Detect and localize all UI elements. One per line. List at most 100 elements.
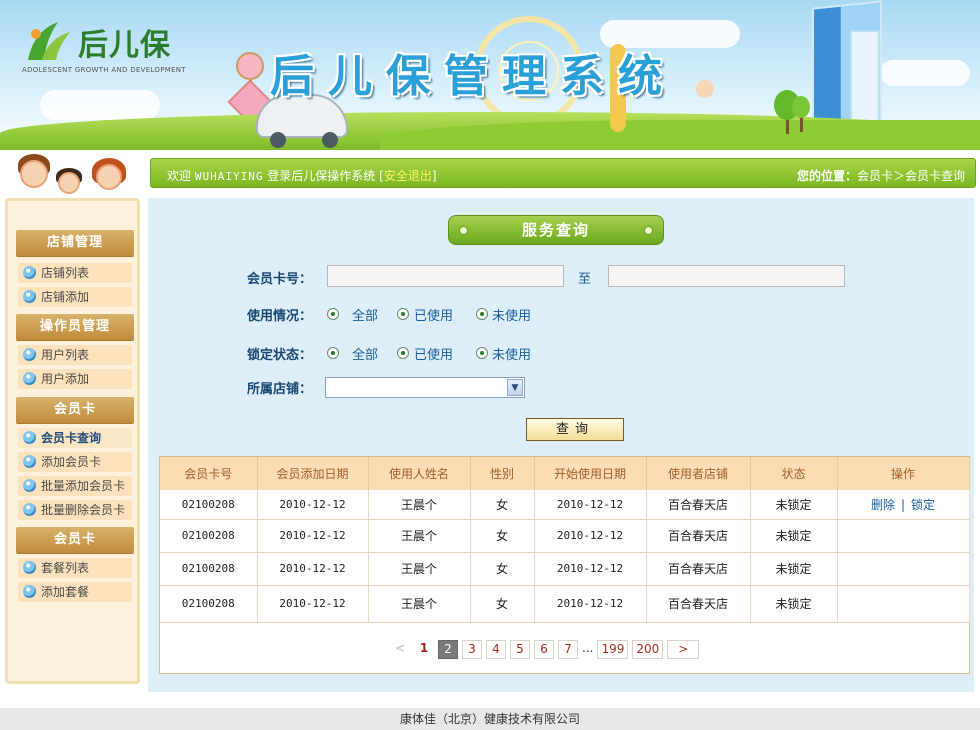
cell-status: 未锁定 <box>750 490 838 520</box>
mother-illustration <box>96 164 122 190</box>
building-illustration <box>850 30 880 125</box>
card-number-to-input[interactable] <box>608 265 845 287</box>
cell-start-date: 2010-12-12 <box>534 519 647 553</box>
username: WUHAIYING <box>194 170 264 183</box>
logo-name: 后儿保 <box>78 28 171 63</box>
usage-all-label: 全部 <box>352 309 379 324</box>
page-button[interactable]: 4 <box>486 639 506 659</box>
dot-decoration <box>644 226 653 235</box>
lock-unused-label: 未使用 <box>492 348 532 363</box>
table-row: 02100208 2010-12-12 王晨个 女 2010-12-12 百合春… <box>160 552 970 586</box>
breadcrumb-item-card-query[interactable]: 会员卡查询 <box>905 169 965 183</box>
column-header: 会员添加日期 <box>257 457 369 490</box>
usage-used-radio[interactable] <box>397 308 409 320</box>
sidebar-item-package-add[interactable]: 添加套餐 <box>18 582 132 602</box>
sidebar-item-label: 批量删除会员卡 <box>41 503 126 517</box>
cell-added-date: 2010-12-12 <box>257 490 369 520</box>
page-current: 1 <box>419 640 429 655</box>
cell-status: 未锁定 <box>750 585 838 623</box>
cell-store: 百合春天店 <box>646 490 751 520</box>
sidebar-item-user-list[interactable]: 用户列表 <box>18 345 132 365</box>
to-label: 至 <box>578 272 592 287</box>
chevron-down-icon[interactable]: ▼ <box>507 379 523 396</box>
sidebar-item-label: 店铺列表 <box>41 266 90 280</box>
sidebar-item-user-add[interactable]: 用户添加 <box>18 369 132 389</box>
page-button[interactable]: 3 <box>462 639 482 659</box>
store-label: 所属店铺： <box>247 382 313 397</box>
cell-card-number: 02100208 <box>160 585 258 623</box>
cell-start-date: 2010-12-12 <box>534 490 647 520</box>
sidebar-item-label: 会员卡查询 <box>41 431 102 445</box>
sidebar-section-member-card[interactable]: 会员卡 <box>16 397 134 423</box>
welcome-prefix: 欢迎 <box>167 169 192 183</box>
cell-store: 百合春天店 <box>646 519 751 553</box>
cell-actions <box>837 585 970 623</box>
dot-decoration <box>459 226 468 235</box>
cell-user-name: 王晨个 <box>368 585 471 623</box>
cloud-decoration <box>40 90 160 120</box>
globe-bullet-icon <box>23 479 36 492</box>
lock-used-label: 已使用 <box>414 348 454 363</box>
banner-title: 后儿保管理系统 <box>270 51 676 102</box>
cell-status: 未锁定 <box>750 552 838 586</box>
sidebar-item-card-query[interactable]: 会员卡查询 <box>18 428 132 448</box>
action-separator: | <box>900 497 906 512</box>
welcome-bar: 欢迎 WUHAIYING 登录后儿保操作系统 [安全退出] 您的位置：会员卡＞会… <box>150 158 976 188</box>
bracket-close: ] <box>431 169 437 183</box>
page-button[interactable]: 2 <box>438 639 458 659</box>
page-button[interactable]: 200 <box>632 639 664 659</box>
sidebar-item-label: 批量添加会员卡 <box>41 479 126 493</box>
sidebar-item-store-list[interactable]: 店铺列表 <box>18 263 132 283</box>
father-illustration <box>20 160 48 188</box>
cell-store: 百合春天店 <box>646 552 751 586</box>
usage-unused-radio[interactable] <box>476 308 488 320</box>
sidebar-item-package-list[interactable]: 套餐列表 <box>18 558 132 578</box>
breadcrumb: 您的位置：会员卡＞会员卡查询 <box>797 167 965 184</box>
cell-added-date: 2010-12-12 <box>257 552 369 586</box>
page-ellipsis: ... <box>582 640 594 655</box>
page-button[interactable]: 7 <box>558 639 578 659</box>
sidebar-item-label: 添加套餐 <box>41 585 90 599</box>
cell-actions: 删除 | 锁定 <box>837 490 970 520</box>
cell-added-date: 2010-12-12 <box>257 519 369 553</box>
sidebar-item-card-batch-add[interactable]: 批量添加会员卡 <box>18 476 132 496</box>
prev-page-button[interactable]: < <box>390 640 410 659</box>
column-header: 性别 <box>470 457 535 490</box>
lock-all-radio[interactable] <box>327 347 339 359</box>
card-number-from-input[interactable] <box>327 265 564 287</box>
globe-bullet-icon <box>23 348 36 361</box>
lock-link[interactable]: 锁定 <box>911 498 935 512</box>
cell-user-name: 王晨个 <box>368 519 471 553</box>
store-select[interactable]: ▼ <box>325 377 525 398</box>
sidebar-item-card-batch-delete[interactable]: 批量删除会员卡 <box>18 500 132 520</box>
welcome-text: 欢迎 WUHAIYING 登录后儿保操作系统 [安全退出] <box>167 167 437 184</box>
lock-unused-radio[interactable] <box>476 347 488 359</box>
page-button[interactable]: 6 <box>534 639 554 659</box>
sidebar-section-store[interactable]: 店铺管理 <box>16 230 134 256</box>
sidebar-section-package[interactable]: 会员卡 <box>16 527 134 553</box>
lock-used-radio[interactable] <box>397 347 409 359</box>
delete-link[interactable]: 删除 <box>871 498 895 512</box>
cell-gender: 女 <box>470 585 535 623</box>
cell-added-date: 2010-12-12 <box>257 585 369 623</box>
breadcrumb-item-member-card[interactable]: 会员卡 <box>857 169 893 183</box>
column-header: 使用者店铺 <box>646 457 751 490</box>
cloud-decoration <box>880 60 970 86</box>
panel-title: 服务查询 <box>448 215 664 245</box>
column-header: 使用人姓名 <box>368 457 471 490</box>
sidebar-section-operator[interactable]: 操作员管理 <box>16 314 134 340</box>
globe-bullet-icon <box>23 431 36 444</box>
usage-all-radio[interactable] <box>327 308 339 320</box>
cell-user-name: 王晨个 <box>368 552 471 586</box>
page-button[interactable]: 199 <box>597 639 629 659</box>
sidebar-item-store-add[interactable]: 店铺添加 <box>18 287 132 307</box>
sidebar-item-card-add[interactable]: 添加会员卡 <box>18 452 132 472</box>
page-button[interactable]: 5 <box>510 639 530 659</box>
child-illustration <box>58 172 80 194</box>
cell-actions <box>837 519 970 553</box>
logout-link[interactable]: 安全退出 <box>384 169 432 183</box>
column-header: 状态 <box>750 457 838 490</box>
globe-bullet-icon <box>23 503 36 516</box>
next-page-button[interactable]: > <box>667 639 700 659</box>
query-button[interactable]: 查询 <box>526 418 624 441</box>
